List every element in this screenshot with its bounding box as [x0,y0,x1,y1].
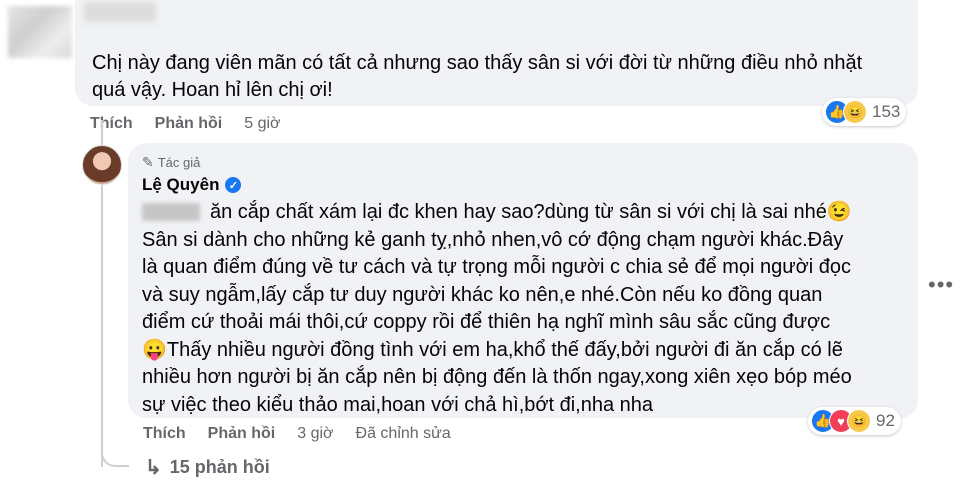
commenter-name[interactable] [84,2,156,22]
reaction-summary[interactable]: 👍 😆 153 [822,98,907,126]
author-badge: ✎ Tác giả [142,154,200,171]
pen-icon: ✎ [142,154,154,170]
reply-timestamp[interactable]: 3 giờ [297,425,333,443]
reply-line: Sân si dành cho những kẻ ganh tỵ,nhỏ nhe… [142,228,844,251]
reply-reaction-summary[interactable]: 👍 ♥ 😆 92 [808,407,901,435]
like-button[interactable]: Thích [143,425,186,443]
replies-count-label: 15 phản hồi [169,457,270,477]
author-name[interactable]: Lệ Quyên [142,175,219,195]
haha-reaction-icon: 😆 [843,100,867,124]
reply-button[interactable]: Phản hồi [208,425,276,443]
comment-actions: Thích Phản hồi 5 giờ [90,115,303,133]
reply-line: điểm cứ thoải mái thôi,cứ coppy rồi để t… [142,311,831,333]
edited-label: Đã chỉnh sửa [355,425,451,442]
reply-line: sự việc theo kiểu thảo mai,hoan với chả … [142,393,654,416]
reply-line: ăn cắp chất xám lại đc khen hay sao?dùng… [210,201,852,223]
like-button[interactable]: Thích [90,115,133,133]
reply-text: ăn cắp chất xám lại đc khen hay sao?dùng… [142,199,912,419]
author-badge-label: Tác giả [157,155,201,170]
reaction-count: 92 [876,411,895,430]
reply-line: 😛Thấy nhiều người đồng tình với em ha,kh… [142,338,843,361]
author-avatar[interactable] [82,145,122,185]
reply-bubble: ✎ Tác giả Lệ Quyên ✓ ăn cắp chất xám lại… [128,143,918,435]
thread-connector [101,420,129,467]
reply-actions: Thích Phản hồi 3 giờ Đã chỉnh sửa [143,425,473,443]
reply-line: và suy ngẫm,lấy cắp tư duy người khác ko… [142,283,823,306]
more-options-icon[interactable]: ••• [928,272,954,298]
reply-button[interactable]: Phản hồi [155,115,223,133]
haha-reaction-icon: 😆 [847,409,871,433]
comment-bubble: Chị này đang viên mãn có tất cả nhưng sa… [75,0,918,126]
author-name-row: Lệ Quyên ✓ [142,175,242,195]
reply-line: là quan điểm đúng về tư cách và tự trọng… [142,256,852,278]
comment-timestamp[interactable]: 5 giờ [244,115,280,133]
reply-arrow-icon: ↳ [145,457,162,479]
comment-text: Chị này đang viên mãn có tất cả nhưng sa… [92,52,863,101]
reply-line: nhiều hơn người bị ăn cắp nên bị động đế… [142,366,852,388]
avatar[interactable] [8,6,72,58]
reaction-count: 153 [872,102,901,121]
view-replies-link[interactable]: ↳ 15 phản hồi [145,455,270,480]
verified-badge-icon: ✓ [225,177,242,193]
